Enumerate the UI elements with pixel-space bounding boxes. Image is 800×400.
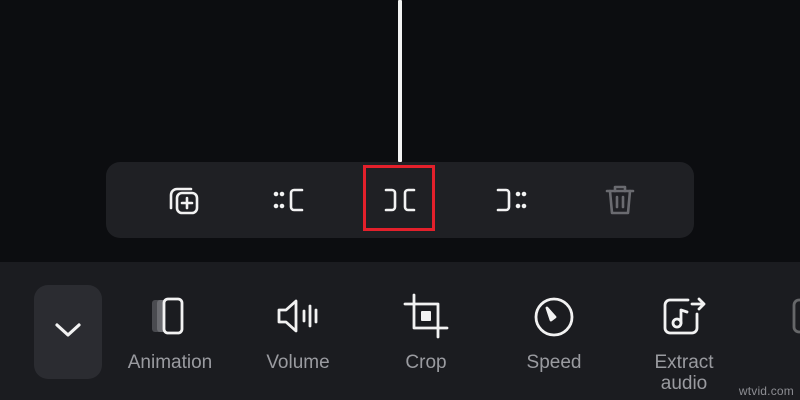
animation-icon bbox=[110, 290, 230, 342]
split-right-icon bbox=[488, 181, 532, 219]
collapse-button[interactable] bbox=[34, 285, 102, 379]
extract-audio-line2: audio bbox=[660, 373, 708, 394]
extract-audio-icon bbox=[624, 290, 744, 342]
bottom-menu-panel: Animation Volume Crop Speed Extract audi… bbox=[0, 262, 800, 400]
unknown-icon bbox=[752, 290, 800, 342]
menu-item-crop[interactable]: Crop bbox=[366, 290, 486, 390]
speed-label: Speed bbox=[526, 352, 582, 373]
split-button[interactable] bbox=[362, 162, 438, 238]
crop-label: Crop bbox=[405, 352, 447, 373]
chevron-down-icon bbox=[52, 320, 84, 345]
menu-item-animation[interactable]: Animation bbox=[110, 290, 230, 390]
duplicate-button[interactable] bbox=[146, 162, 222, 238]
trim-end-button[interactable] bbox=[472, 162, 548, 238]
split-icon bbox=[378, 181, 422, 219]
trash-icon bbox=[601, 181, 639, 219]
speed-icon bbox=[494, 290, 614, 342]
volume-icon bbox=[238, 290, 358, 342]
crop-icon bbox=[366, 290, 486, 342]
extract-audio-label: Extract audio bbox=[624, 352, 744, 394]
playhead-line[interactable] bbox=[398, 0, 402, 162]
menu-item-cut-off[interactable]: Ca bbox=[752, 290, 800, 390]
delete-button[interactable] bbox=[582, 162, 658, 238]
cut-off-label: Ca bbox=[752, 352, 800, 373]
volume-label: Volume bbox=[266, 352, 330, 373]
animation-label: Animation bbox=[127, 352, 213, 373]
menu-item-speed[interactable]: Speed bbox=[494, 290, 614, 390]
trim-start-button[interactable] bbox=[252, 162, 328, 238]
split-left-icon bbox=[268, 181, 312, 219]
clip-edit-toolbar bbox=[106, 162, 694, 238]
menu-item-extract-audio[interactable]: Extract audio bbox=[624, 290, 744, 394]
duplicate-plus-icon bbox=[165, 181, 203, 219]
menu-item-volume[interactable]: Volume bbox=[238, 290, 358, 390]
extract-audio-line1: Extract bbox=[654, 352, 714, 373]
watermark: wtvid.com bbox=[738, 384, 794, 398]
